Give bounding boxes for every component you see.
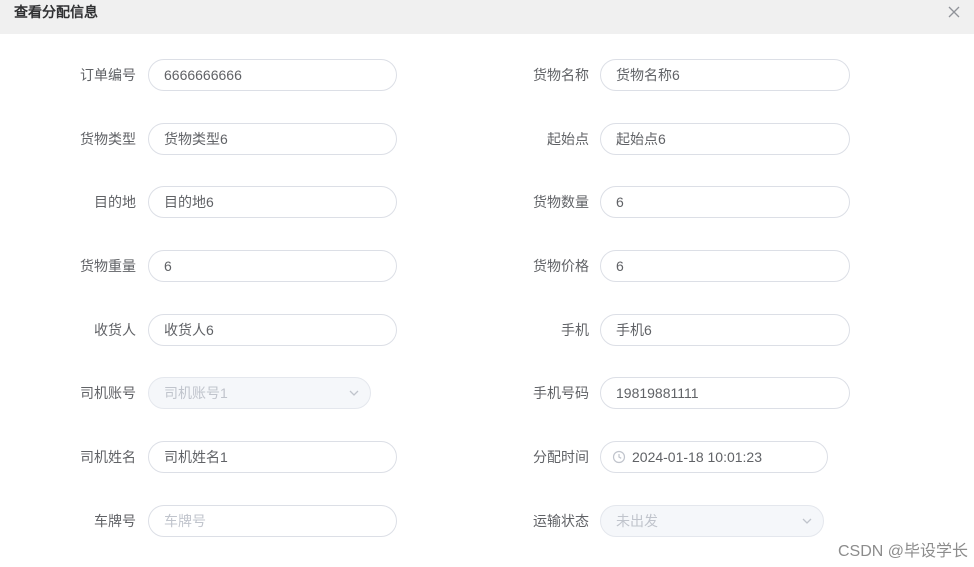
goods-type-input[interactable]: 货物类型6 bbox=[148, 123, 397, 155]
form-row-2: 货物类型 货物类型6 起始点 起始点6 bbox=[0, 123, 974, 155]
goods-name-label: 货物名称 bbox=[533, 67, 589, 83]
dialog-header: 查看分配信息 bbox=[0, 0, 974, 34]
form-row-3: 目的地 目的地6 货物数量 6 bbox=[0, 186, 974, 218]
consignee-input[interactable]: 收货人6 bbox=[148, 314, 397, 346]
goods-quantity-label: 货物数量 bbox=[533, 194, 589, 210]
phone-input[interactable]: 手机6 bbox=[600, 314, 850, 346]
form-row-7: 司机姓名 司机姓名1 分配时间 2024-01-18 10:01:23 bbox=[0, 441, 974, 473]
close-icon[interactable] bbox=[946, 4, 962, 20]
order-no-label: 订单编号 bbox=[80, 67, 136, 83]
goods-name-input[interactable]: 货物名称6 bbox=[600, 59, 850, 91]
driver-name-label: 司机姓名 bbox=[80, 449, 136, 465]
form-row-4: 货物重量 6 货物价格 6 bbox=[0, 250, 974, 282]
clock-icon bbox=[612, 450, 626, 464]
driver-account-label: 司机账号 bbox=[80, 385, 136, 401]
form-row-5: 收货人 收货人6 手机 手机6 bbox=[0, 314, 974, 346]
goods-weight-label: 货物重量 bbox=[80, 258, 136, 274]
form-row-8: 车牌号 车牌号 运输状态 未出发 bbox=[0, 505, 974, 537]
transport-status-label: 运输状态 bbox=[533, 513, 589, 529]
order-no-input[interactable]: 6666666666 bbox=[148, 59, 397, 91]
dialog-title: 查看分配信息 bbox=[14, 4, 98, 20]
destination-input[interactable]: 目的地6 bbox=[148, 186, 397, 218]
form-row-6: 司机账号 司机账号1 手机号码 19819881111 bbox=[0, 377, 974, 409]
phone-label: 手机 bbox=[561, 322, 589, 338]
assign-time-value: 2024-01-18 10:01:23 bbox=[632, 449, 762, 465]
driver-account-select[interactable]: 司机账号1 bbox=[148, 377, 371, 409]
destination-label: 目的地 bbox=[94, 194, 136, 210]
assign-time-picker[interactable]: 2024-01-18 10:01:23 bbox=[600, 441, 828, 473]
chevron-down-icon bbox=[349, 390, 359, 396]
assign-info-dialog: 查看分配信息 订单编号 6666666666 货物名称 货物名称6 货物类型 货… bbox=[0, 0, 974, 567]
transport-status-value: 未出发 bbox=[616, 513, 658, 529]
watermark: CSDN @毕设学长 bbox=[837, 543, 968, 560]
consignee-label: 收货人 bbox=[94, 322, 136, 338]
goods-type-label: 货物类型 bbox=[80, 131, 136, 147]
origin-input[interactable]: 起始点6 bbox=[600, 123, 850, 155]
mobile-number-label: 手机号码 bbox=[533, 385, 589, 401]
goods-price-label: 货物价格 bbox=[533, 258, 589, 274]
goods-quantity-input[interactable]: 6 bbox=[600, 186, 850, 218]
origin-label: 起始点 bbox=[547, 131, 589, 147]
goods-weight-input[interactable]: 6 bbox=[148, 250, 397, 282]
driver-account-value: 司机账号1 bbox=[164, 385, 228, 401]
chevron-down-icon bbox=[802, 518, 812, 524]
transport-status-select[interactable]: 未出发 bbox=[600, 505, 824, 537]
assign-time-label: 分配时间 bbox=[533, 449, 589, 465]
form-row-1: 订单编号 6666666666 货物名称 货物名称6 bbox=[0, 59, 974, 91]
mobile-number-input[interactable]: 19819881111 bbox=[600, 377, 850, 409]
plate-no-input[interactable]: 车牌号 bbox=[148, 505, 397, 537]
driver-name-input[interactable]: 司机姓名1 bbox=[148, 441, 397, 473]
plate-no-label: 车牌号 bbox=[94, 513, 136, 529]
goods-price-input[interactable]: 6 bbox=[600, 250, 850, 282]
